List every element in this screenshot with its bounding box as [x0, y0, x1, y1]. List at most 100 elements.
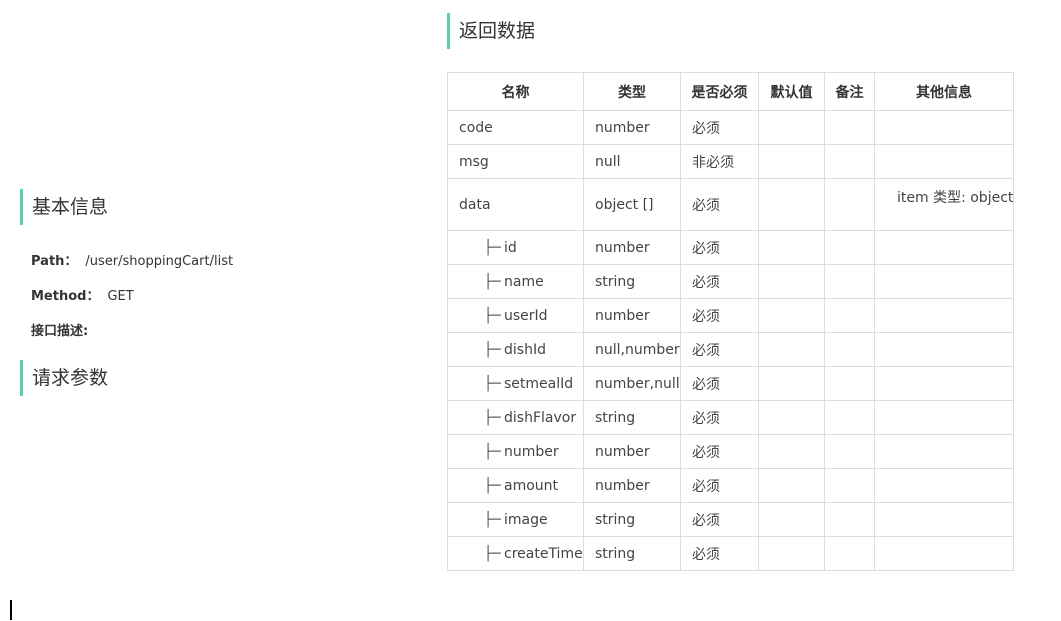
- field-name-cell: ├─ name: [447, 264, 584, 299]
- field-name: createTime: [504, 545, 583, 562]
- description-label: 接口描述:: [31, 324, 89, 339]
- tree-branch-icon: ├─: [484, 375, 501, 392]
- field-other-info: [874, 230, 1014, 265]
- field-type: number: [583, 298, 681, 333]
- field-name-cell: data: [447, 178, 584, 231]
- field-name: dishId: [504, 341, 546, 358]
- field-note: [824, 110, 875, 145]
- field-default: [758, 230, 825, 265]
- field-name: image: [504, 511, 548, 528]
- field-name-cell: ├─ amount: [447, 468, 584, 503]
- field-other-info: [874, 468, 1014, 503]
- field-required: 必须: [680, 434, 759, 469]
- tree-branch-icon: ├─: [484, 273, 501, 290]
- field-default: [758, 468, 825, 503]
- field-required: 必须: [680, 366, 759, 401]
- column-other-header: 其他信息: [874, 72, 1014, 111]
- field-name-cell: ├─ dishId: [447, 332, 584, 367]
- table-row: ├─ dishFlavor string 必须: [447, 400, 1014, 435]
- field-required: 必须: [680, 264, 759, 299]
- text-cursor: [10, 600, 12, 620]
- field-default: [758, 110, 825, 145]
- description-line: 接口描述:: [31, 320, 88, 339]
- field-default: [758, 178, 825, 231]
- field-type: null,number: [583, 332, 681, 367]
- tree-branch-icon: ├─: [484, 239, 501, 256]
- field-name: msg: [459, 153, 489, 170]
- field-required: 必须: [680, 536, 759, 571]
- field-required: 必须: [680, 298, 759, 333]
- field-default: [758, 502, 825, 537]
- field-required: 必须: [680, 502, 759, 537]
- table-row: data object [] 必须 item 类型: object: [447, 178, 1014, 231]
- table-row: ├─ userId number 必须: [447, 298, 1014, 333]
- field-type: string: [583, 536, 681, 571]
- field-default: [758, 144, 825, 179]
- tree-branch-icon: ├─: [484, 341, 501, 358]
- field-name-cell: ├─ number: [447, 434, 584, 469]
- column-type-header: 类型: [583, 72, 681, 111]
- field-other-info: [874, 298, 1014, 333]
- table-row: ├─ number number 必须: [447, 434, 1014, 469]
- field-name-cell: ├─ dishFlavor: [447, 400, 584, 435]
- field-name: name: [504, 273, 544, 290]
- field-note: [824, 502, 875, 537]
- table-row: ├─ setmealId number,null 必须: [447, 366, 1014, 401]
- field-type: string: [583, 502, 681, 537]
- field-default: [758, 434, 825, 469]
- table-row: msg null 非必须: [447, 144, 1014, 179]
- column-required-header: 是否必须: [680, 72, 759, 111]
- field-name: setmealId: [504, 375, 574, 392]
- field-note: [824, 144, 875, 179]
- field-name: amount: [504, 477, 559, 494]
- field-required: 必须: [680, 400, 759, 435]
- basic-info-heading: 基本信息: [20, 189, 108, 225]
- field-type: string: [583, 400, 681, 435]
- field-note: [824, 434, 875, 469]
- field-type: object []: [583, 178, 681, 231]
- field-other-info: [874, 502, 1014, 537]
- table-row: ├─ image string 必须: [447, 502, 1014, 537]
- tree-branch-icon: ├─: [484, 545, 501, 562]
- tree-branch-icon: ├─: [484, 307, 501, 324]
- field-type: number: [583, 434, 681, 469]
- field-note: [824, 264, 875, 299]
- field-required: 必须: [680, 468, 759, 503]
- tree-branch-icon: ├─: [484, 443, 501, 460]
- field-required: 非必须: [680, 144, 759, 179]
- return-data-table: 名称 类型 是否必须 默认值 备注 其他信息 code number 必须 msg null 非必须…: [447, 72, 1014, 571]
- table-header-row: 名称 类型 是否必须 默认值 备注 其他信息: [447, 72, 1014, 111]
- field-type: number,null: [583, 366, 681, 401]
- field-other-info: item 类型: object: [874, 178, 1014, 231]
- table-row: ├─ id number 必须: [447, 230, 1014, 265]
- field-name-cell: msg: [447, 144, 584, 179]
- field-other-info: [874, 366, 1014, 401]
- method-label: Method：: [31, 289, 100, 304]
- field-name-cell: ├─ image: [447, 502, 584, 537]
- field-other-info: [874, 400, 1014, 435]
- table-row: ├─ createTime string 必须: [447, 536, 1014, 571]
- field-note: [824, 468, 875, 503]
- field-type: number: [583, 230, 681, 265]
- field-name: number: [504, 443, 559, 460]
- field-other-info: [874, 332, 1014, 367]
- field-default: [758, 298, 825, 333]
- field-name: id: [504, 239, 517, 256]
- path-value: /user/shoppingCart/list: [85, 254, 234, 269]
- method-line: Method： GET: [31, 285, 134, 304]
- column-name-header: 名称: [447, 72, 584, 111]
- field-default: [758, 264, 825, 299]
- field-name: data: [459, 196, 491, 213]
- return-data-heading: 返回数据: [447, 13, 535, 49]
- field-default: [758, 400, 825, 435]
- field-required: 必须: [680, 332, 759, 367]
- tree-branch-icon: ├─: [484, 477, 501, 494]
- field-other-info: [874, 144, 1014, 179]
- field-name-cell: ├─ setmealId: [447, 366, 584, 401]
- field-other-info: [874, 264, 1014, 299]
- table-row: ├─ name string 必须: [447, 264, 1014, 299]
- field-required: 必须: [680, 178, 759, 231]
- field-note: [824, 536, 875, 571]
- field-note: [824, 366, 875, 401]
- column-default-header: 默认值: [758, 72, 825, 111]
